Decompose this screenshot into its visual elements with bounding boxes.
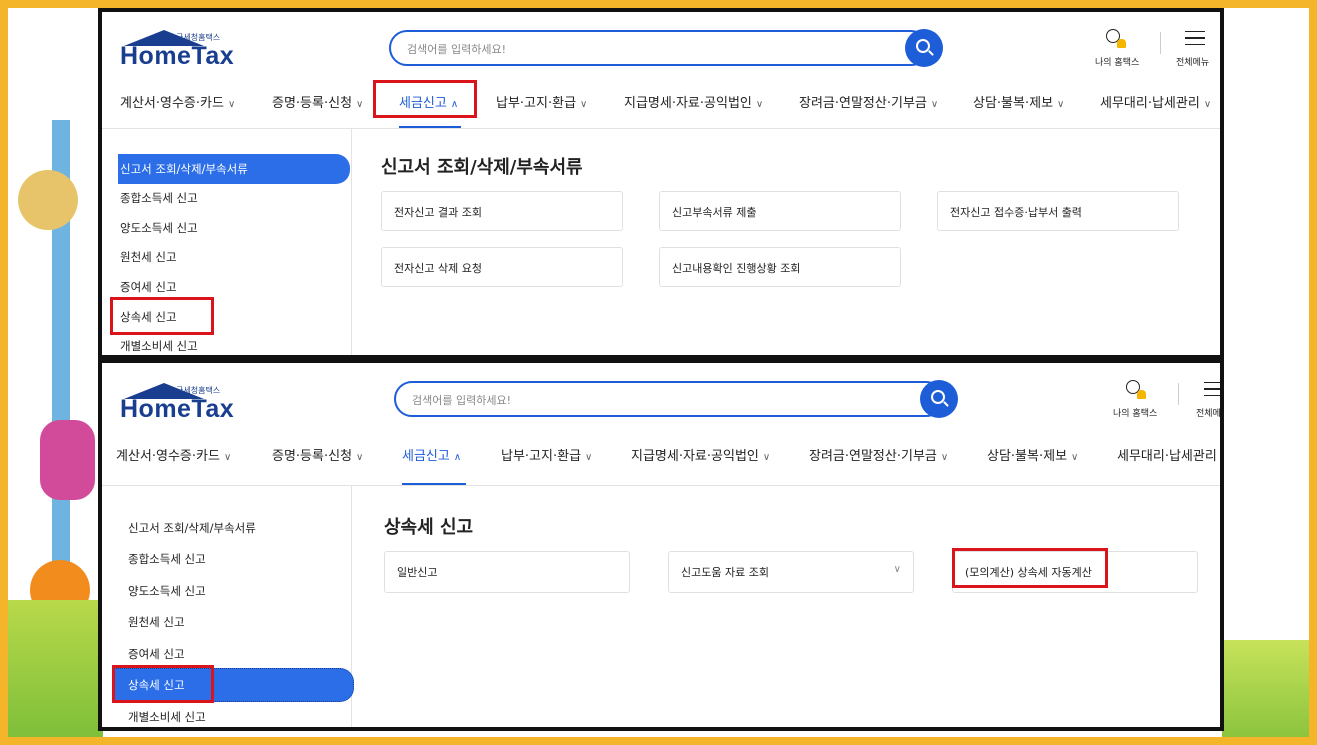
chevron-down-icon: ∨ <box>930 99 939 110</box>
highlight-box <box>110 297 214 335</box>
hometax-logo[interactable]: 국세청홈택스 HomeTax <box>120 30 250 72</box>
bell-icon <box>1117 39 1126 48</box>
search-placeholder: 검색어를 입력하세요! <box>407 43 506 56</box>
chevron-down-icon: ∨ <box>1203 99 1212 110</box>
nav-item-tax-filing[interactable]: 세금신고 ∧ <box>402 445 461 464</box>
nav-item-receipts[interactable]: 계산서·영수증·카드 ∨ <box>120 92 235 111</box>
search-input[interactable]: 검색어를 입력하세요! <box>389 30 929 66</box>
divider <box>1160 32 1161 54</box>
chevron-down-icon: ∨ <box>227 99 236 110</box>
search-placeholder: 검색어를 입력하세요! <box>412 394 511 407</box>
sidebar-item-withholding-tax[interactable]: 원천세 신고 <box>128 614 185 630</box>
card-delete-request[interactable]: 전자신고 삭제 요청 <box>381 247 623 287</box>
full-menu-link[interactable]: 전체메 <box>1196 406 1220 419</box>
sidebar-item-transfer-tax[interactable]: 양도소득세 신고 <box>128 583 206 599</box>
chevron-down-icon: ∨ <box>223 452 232 463</box>
nav-item-payment[interactable]: 납부·고지·환급 ∨ <box>496 92 587 111</box>
card-attachment-submit[interactable]: 신고부속서류 제출 <box>659 191 901 231</box>
card-general-filing[interactable]: 일반신고 <box>384 551 630 593</box>
chevron-down-icon: ∨ <box>762 452 771 463</box>
card-receipt-print[interactable]: 전자신고 접수증·납부서 출력 <box>937 191 1179 231</box>
search-input[interactable]: 검색어를 입력하세요! <box>394 381 944 417</box>
nav-item-incentives[interactable]: 장려금·연말정산·기부금 ∨ <box>799 92 938 111</box>
nav-item-statements[interactable]: 지급명세·자료·공익법인 ∨ <box>631 445 770 464</box>
chevron-down-icon: ∨ <box>893 564 901 575</box>
nav-item-certificates[interactable]: 증명·등록·신청 ∨ <box>272 92 363 111</box>
nav-item-incentives[interactable]: 장려금·연말정산·기부금 ∨ <box>809 445 948 464</box>
nav-item-receipts[interactable]: 계산서·영수증·카드 ∨ <box>116 445 231 464</box>
nav-item-certificates[interactable]: 증명·등록·신청 ∨ <box>272 445 363 464</box>
page-title: 상속세 신고 <box>384 517 474 538</box>
sidebar-item-transfer-tax[interactable]: 양도소득세 신고 <box>120 220 198 236</box>
logo-name: HomeTax <box>120 42 235 70</box>
hometax-logo[interactable]: 국세청홈택스 HomeTax <box>120 383 250 425</box>
highlight-box <box>373 80 477 118</box>
chevron-down-icon: ∨ <box>1071 452 1079 463</box>
chevron-down-icon: ∨ <box>755 99 764 110</box>
page-title: 신고서 조회/삭제/부속서류 <box>381 157 583 178</box>
full-menu-link[interactable]: 전체메뉴 <box>1176 55 1209 68</box>
logo-name: HomeTax <box>120 395 235 423</box>
card-help-data-inquiry[interactable]: 신고도움 자료 조회 ∨ <box>668 551 914 593</box>
my-hometax-link[interactable]: 나의 홈택스 <box>1113 406 1157 419</box>
chevron-down-icon: ∨ <box>580 99 588 110</box>
decorative-character <box>18 170 78 230</box>
sidebar-item-excise-tax[interactable]: 개별소비세 신고 <box>120 338 198 354</box>
chevron-down-icon: ∨ <box>585 452 593 463</box>
card-e-filing-result[interactable]: 전자신고 결과 조회 <box>381 191 623 231</box>
nav-item-consulting[interactable]: 상담·불복·제보 ∨ <box>987 445 1078 464</box>
nav-item-tax-agent[interactable]: 세무대리·납세관리 <box>1117 445 1217 464</box>
nav-item-consulting[interactable]: 상담·불복·제보 ∨ <box>973 92 1064 111</box>
nav-item-payment[interactable]: 납부·고지·환급 ∨ <box>501 445 592 464</box>
sidebar-item-gift-tax[interactable]: 증여세 신고 <box>128 646 185 662</box>
chevron-down-icon: ∨ <box>356 452 364 463</box>
nav-item-statements[interactable]: 지급명세·자료·공익법인 ∨ <box>624 92 763 111</box>
decorative-grass-right <box>1222 640 1309 737</box>
sidebar-item-excise-tax[interactable]: 개별소비세 신고 <box>128 709 206 725</box>
sidebar-item-report-inquiry[interactable]: 신고서 조회/삭제/부속서류 <box>120 161 248 177</box>
nav-item-tax-agent[interactable]: 세무대리·납세관리 ∨ <box>1100 92 1211 111</box>
menu-icon[interactable] <box>1204 382 1220 396</box>
sidebar-item-report-inquiry[interactable]: 신고서 조회/삭제/부속서류 <box>128 520 256 536</box>
sidebar-item-gift-tax[interactable]: 증여세 신고 <box>120 279 177 295</box>
chevron-down-icon: ∨ <box>940 452 949 463</box>
card-progress-inquiry[interactable]: 신고내용확인 진행상황 조회 <box>659 247 901 287</box>
chevron-down-icon: ∨ <box>1057 99 1065 110</box>
menu-icon[interactable] <box>1185 31 1205 45</box>
search-button[interactable] <box>905 29 943 67</box>
bell-icon <box>1137 390 1146 399</box>
divider <box>1178 383 1179 405</box>
highlight-box <box>952 548 1108 588</box>
decorative-figure <box>40 420 95 500</box>
screenshot-panel-top: 국세청홈택스 HomeTax 검색어를 입력하세요! 나의 홈택스 전체메뉴 계… <box>98 8 1224 359</box>
sidebar-item-income-tax[interactable]: 종합소득세 신고 <box>120 190 198 206</box>
screenshot-panel-bottom: 국세청홈택스 HomeTax 검색어를 입력하세요! 나의 홈택스 전체메 계산… <box>98 359 1224 731</box>
sidebar-item-income-tax[interactable]: 종합소득세 신고 <box>128 551 206 567</box>
decorative-grass-left <box>8 600 103 737</box>
chevron-up-icon: ∧ <box>453 452 462 463</box>
chevron-down-icon: ∨ <box>356 99 364 110</box>
sidebar-item-withholding-tax[interactable]: 원천세 신고 <box>120 249 177 265</box>
my-hometax-link[interactable]: 나의 홈택스 <box>1095 55 1139 68</box>
search-button[interactable] <box>920 380 958 418</box>
highlight-box <box>112 665 214 703</box>
